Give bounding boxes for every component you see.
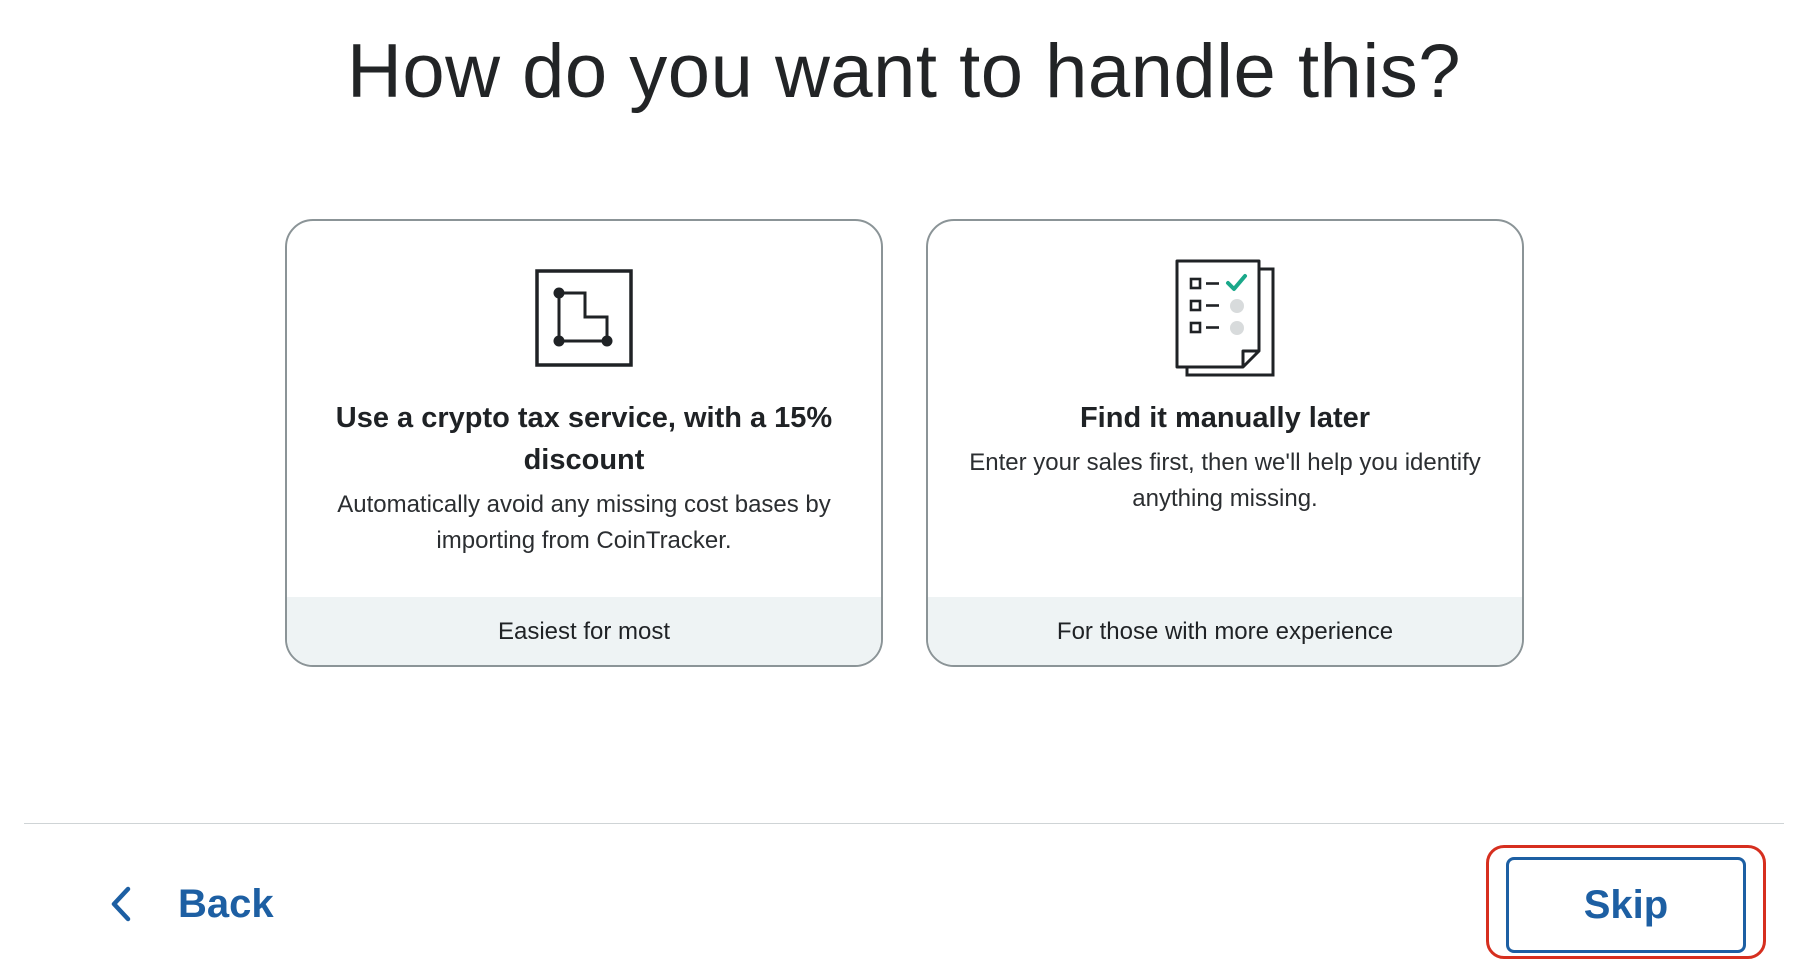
path-diagram-icon-wrap: [287, 269, 881, 367]
option-title: Find it manually later: [1079, 402, 1371, 434]
option-footer: Easiest for most: [287, 597, 881, 665]
checklist-document-icon-wrap: [928, 259, 1522, 379]
option-footer: For those with more experience: [928, 597, 1522, 665]
footer-divider: [24, 823, 1784, 824]
chevron-left-icon: [111, 886, 131, 922]
skip-button[interactable]: Skip: [1506, 857, 1746, 953]
option-card-manual[interactable]: Find it manually later Enter your sales …: [926, 219, 1524, 667]
option-title: Use a crypto tax service, with a 15% dis…: [335, 402, 833, 476]
path-diagram-icon: [535, 269, 633, 367]
option-description: Enter your sales first, then we'll help …: [969, 449, 1481, 512]
back-button[interactable]: Back: [106, 876, 274, 932]
option-card-crypto-service[interactable]: Use a crypto tax service, with a 15% dis…: [285, 219, 883, 667]
option-description: Automatically avoid any missing cost bas…: [337, 491, 831, 554]
checklist-document-icon: [1175, 259, 1275, 377]
page-title: How do you want to handle this?: [347, 29, 1461, 114]
back-label: Back: [178, 881, 274, 926]
page: How do you want to handle this? Use a cr…: [0, 0, 1808, 960]
